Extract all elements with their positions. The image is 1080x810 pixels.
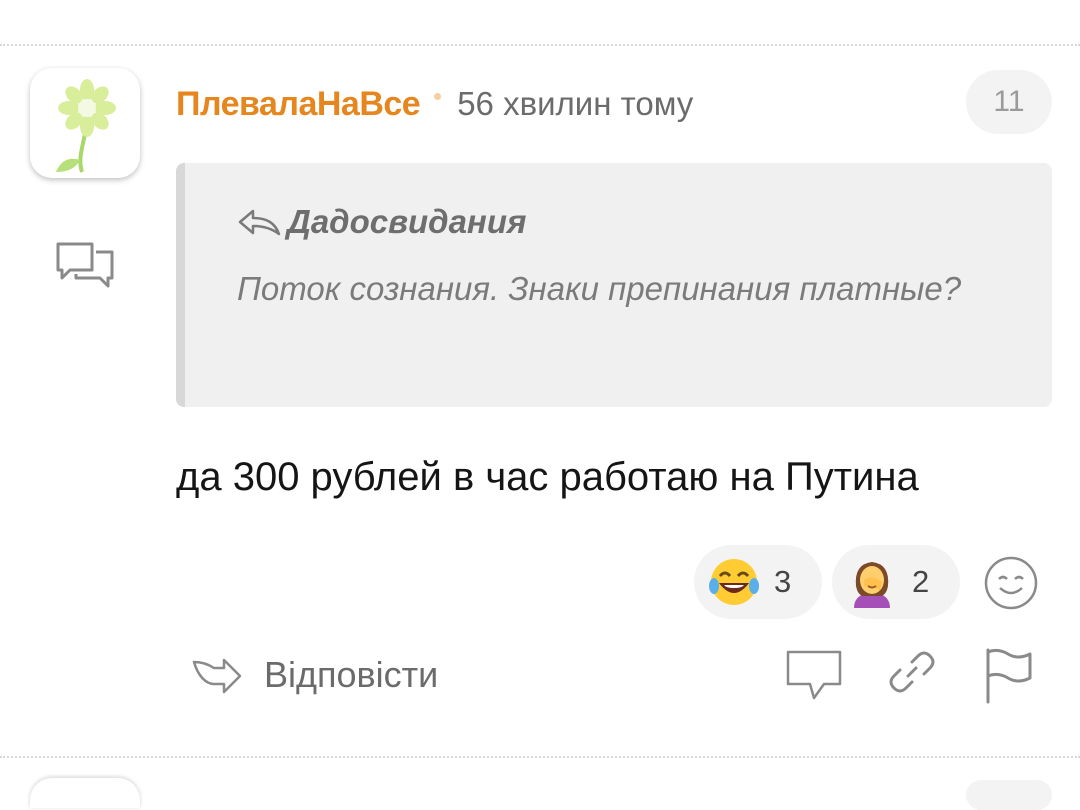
tears-of-joy-icon <box>709 559 759 605</box>
next-comment-badge[interactable] <box>966 780 1052 810</box>
reply-arrow-icon <box>192 658 242 694</box>
comment-icon[interactable] <box>784 646 844 704</box>
top-divider <box>0 44 1080 46</box>
avatar[interactable] <box>30 68 140 178</box>
comment-header: ПлевалаНаВсе 56 хвилин тому <box>176 82 693 126</box>
quote-author: Дадосвидания <box>237 203 526 241</box>
quoted-comment[interactable]: Дадосвидания Поток сознания. Знаки препи… <box>176 163 1052 407</box>
next-comment-avatar[interactable] <box>30 778 140 808</box>
quote-text: Поток сознания. Знаки препинания платные… <box>237 270 962 307</box>
reaction-count: 3 <box>774 564 792 599</box>
flower-icon <box>56 79 116 173</box>
reply-arrow-icon <box>238 209 281 236</box>
reply-label: Відповісти <box>264 654 439 695</box>
link-icon[interactable] <box>886 646 938 698</box>
author-name[interactable]: ПлевалаНаВсе <box>176 85 421 124</box>
reply-button[interactable]: Відповісти <box>190 644 438 706</box>
comment-body: да 300 рублей в час работаю на Путина <box>176 455 919 499</box>
comments-icon[interactable] <box>54 240 116 290</box>
flag-icon[interactable] <box>984 646 1034 706</box>
quote-author-name: Дадосвидания <box>287 203 527 240</box>
timestamp: 56 хвилин тому <box>457 85 694 122</box>
bottom-divider <box>0 756 1080 758</box>
separator-dot <box>434 92 442 100</box>
vote-count-badge[interactable]: 11 <box>966 70 1052 134</box>
reaction-laugh[interactable]: 3 <box>694 545 822 619</box>
reaction-facepalm[interactable]: 2 <box>832 545 960 619</box>
facepalm-icon <box>854 562 890 608</box>
reaction-count: 2 <box>912 564 930 599</box>
add-reaction-icon[interactable] <box>982 554 1040 612</box>
